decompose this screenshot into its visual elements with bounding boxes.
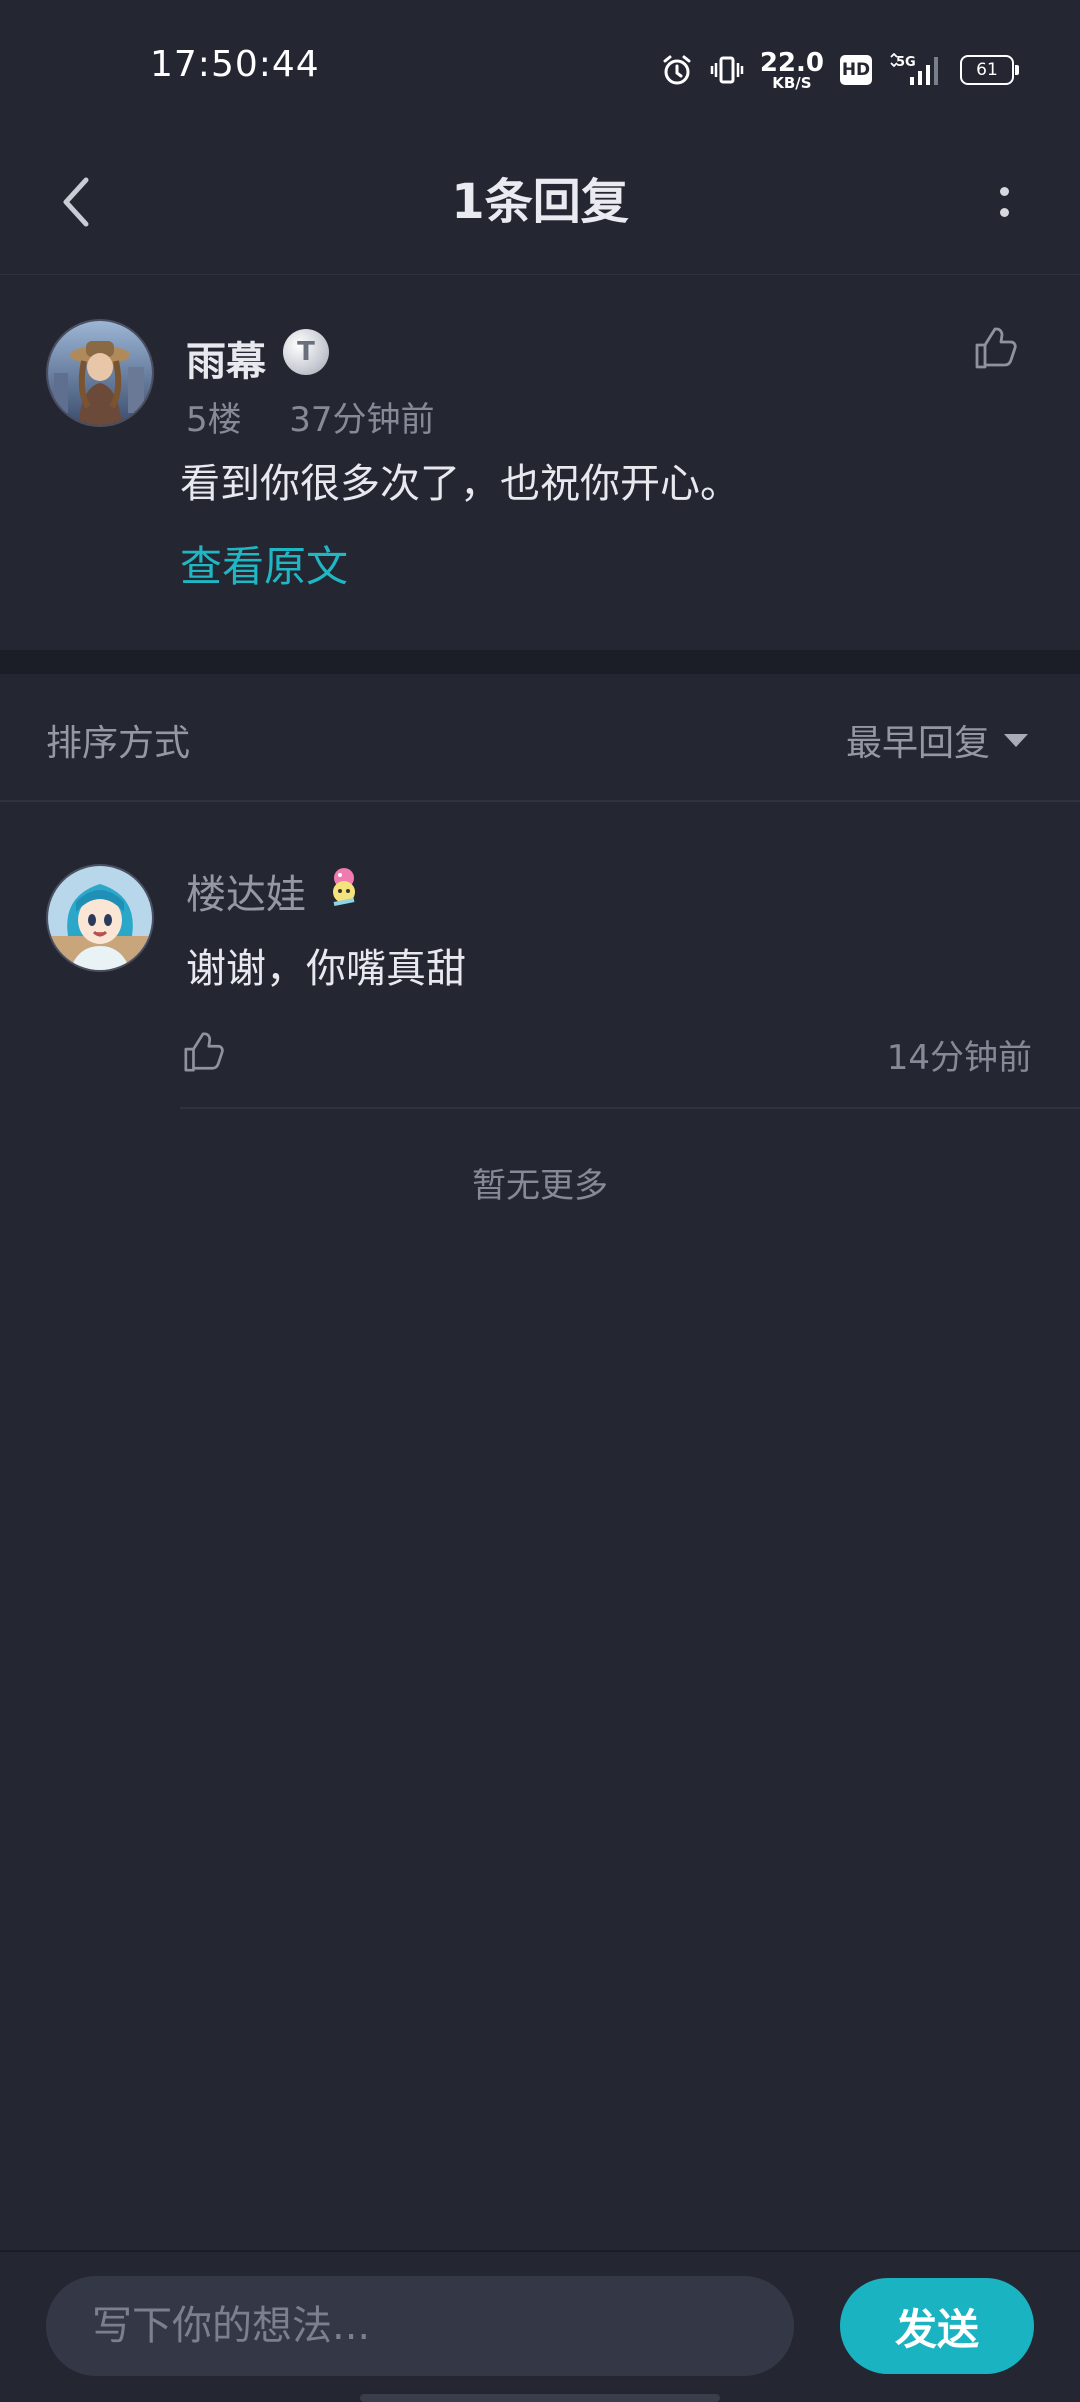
comment-time: 37分钟前 bbox=[289, 400, 435, 440]
status-bar: 17:50:44 22.0 KB/S HD 5G 61 bbox=[0, 0, 1080, 130]
thumbs-up-icon bbox=[184, 1032, 224, 1072]
bottom-input-bar: 发送 bbox=[0, 2250, 1080, 2402]
like-button[interactable] bbox=[968, 320, 1024, 376]
chevron-left-icon bbox=[63, 177, 89, 227]
sort-label: 排序方式 bbox=[46, 723, 191, 764]
reply-time: 14分钟前 bbox=[886, 1038, 1032, 1078]
view-original-link[interactable]: 查看原文 bbox=[180, 533, 348, 594]
status-time: 17:50:44 bbox=[150, 44, 320, 85]
comment-meta: 5楼 37分钟前 bbox=[186, 392, 435, 441]
username[interactable]: 楼达娃 bbox=[186, 862, 306, 920]
home-indicator[interactable] bbox=[360, 2394, 720, 2402]
more-button[interactable] bbox=[968, 166, 1040, 238]
battery-icon: 61 bbox=[960, 55, 1019, 85]
vibrate-icon bbox=[710, 53, 744, 87]
user-badge-icon bbox=[322, 864, 366, 908]
sort-dropdown[interactable]: 最早回复 bbox=[846, 714, 1028, 766]
main-comment: 雨幕 T 5楼 37分钟前 看到你很多次了，也祝你开心。 查看原文 bbox=[0, 275, 1080, 650]
signal-icon: 5G bbox=[888, 53, 944, 87]
network-type: 5G bbox=[896, 55, 916, 70]
floor-number: 5楼 bbox=[186, 400, 242, 440]
username[interactable]: 雨幕 bbox=[186, 329, 266, 387]
section-separator bbox=[0, 650, 1080, 674]
top-bar: 1条回复 bbox=[0, 130, 1080, 275]
net-speed-value: 22.0 bbox=[759, 47, 824, 78]
more-dot bbox=[999, 208, 1009, 217]
status-icons: 22.0 KB/S HD 5G 61 bbox=[660, 48, 1019, 92]
page-title: 1条回复 bbox=[451, 174, 629, 230]
no-more-text: 暂无更多 bbox=[472, 1166, 608, 1206]
avatar[interactable] bbox=[46, 864, 154, 972]
reply-text: 谢谢，你嘴真甜 bbox=[186, 946, 466, 992]
hd-icon: HD bbox=[840, 55, 872, 85]
comment-input[interactable] bbox=[46, 2276, 794, 2376]
like-button[interactable] bbox=[176, 1024, 232, 1080]
comment-text: 看到你很多次了，也祝你开心。 bbox=[180, 461, 740, 507]
level-badge-icon: T bbox=[283, 329, 329, 375]
more-dot bbox=[999, 187, 1009, 196]
divider bbox=[180, 1107, 1080, 1109]
net-speed: 22.0 KB/S bbox=[760, 50, 824, 91]
back-button[interactable] bbox=[40, 166, 112, 238]
caret-down-icon bbox=[1004, 733, 1028, 747]
sort-selected: 最早回复 bbox=[845, 723, 990, 764]
alarm-icon bbox=[660, 53, 694, 87]
reply-item: 楼达娃 谢谢，你嘴真甜 14分钟前 bbox=[0, 800, 1080, 1108]
avatar[interactable] bbox=[46, 319, 154, 427]
send-button[interactable]: 发送 bbox=[840, 2278, 1034, 2374]
thumbs-up-icon bbox=[975, 327, 1017, 369]
sort-row: 排序方式 最早回复 bbox=[0, 674, 1080, 802]
net-speed-unit: KB/S bbox=[772, 73, 812, 92]
